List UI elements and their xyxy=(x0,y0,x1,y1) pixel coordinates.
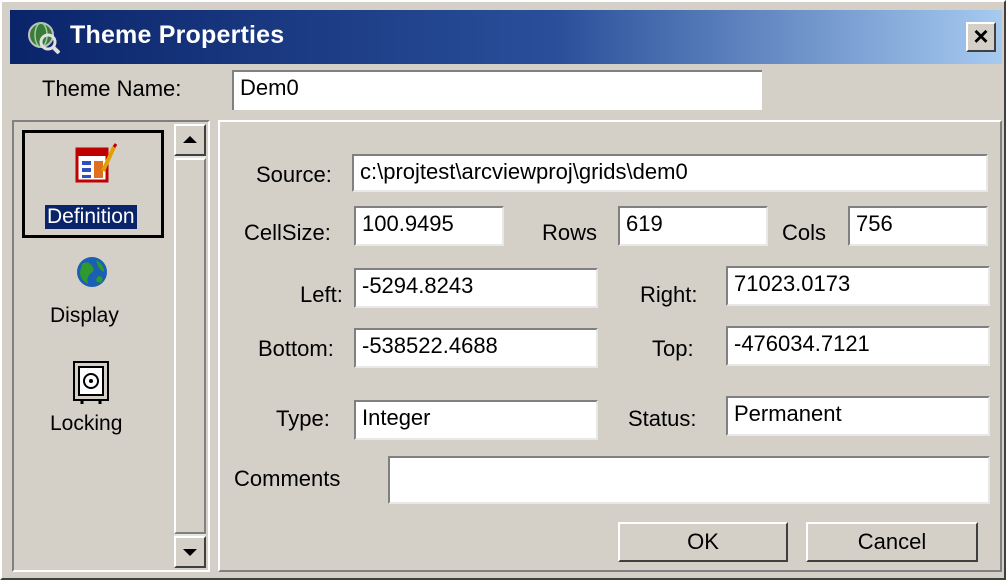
sidebar-item-label: Definition xyxy=(45,205,137,229)
left-field[interactable]: -5294.8243 xyxy=(354,268,598,308)
sidebar-item-definition[interactable]: Definition xyxy=(22,130,164,238)
definition-icon xyxy=(73,143,118,187)
property-category-list[interactable]: Definition Display Locking xyxy=(12,120,210,572)
top-label: Top: xyxy=(652,336,694,361)
cancel-button[interactable]: Cancel xyxy=(806,522,978,562)
status-field[interactable]: Permanent xyxy=(726,396,990,436)
bottom-field[interactable]: -538522.4688 xyxy=(354,328,598,368)
sidebar-item-label: Locking xyxy=(50,412,123,435)
theme-name-input[interactable]: Dem0 xyxy=(232,70,762,110)
right-field[interactable]: 71023.0173 xyxy=(726,266,990,306)
type-field[interactable]: Integer xyxy=(354,400,598,440)
cols-field[interactable]: 756 xyxy=(848,206,988,246)
sidebar-scrollbar[interactable] xyxy=(174,124,206,568)
close-button[interactable]: × xyxy=(966,22,996,52)
window-title: Theme Properties xyxy=(70,21,285,49)
scroll-down-button[interactable] xyxy=(174,536,206,568)
type-label: Type: xyxy=(276,406,330,431)
ok-button[interactable]: OK xyxy=(618,522,788,562)
cellsize-label: CellSize: xyxy=(244,220,331,245)
source-label: Source: xyxy=(256,162,332,187)
comments-label: Comments xyxy=(234,466,341,491)
theme-name-label: Theme Name: xyxy=(42,76,182,101)
rows-label: Rows xyxy=(542,220,598,245)
sidebar-item-label: Display xyxy=(50,304,119,327)
cols-label: Cols xyxy=(782,220,827,245)
top-field[interactable]: -476034.7121 xyxy=(726,326,990,366)
scroll-up-button[interactable] xyxy=(174,124,206,156)
arrow-up-icon xyxy=(183,136,197,143)
safe-lock-icon xyxy=(70,358,114,406)
sidebar-item-display[interactable]: Display xyxy=(34,248,164,344)
arrow-down-icon xyxy=(183,549,197,556)
title-bar[interactable]: Theme Properties × xyxy=(10,10,1002,64)
theme-properties-dialog: Theme Properties × Theme Name: Dem0 Defi… xyxy=(0,0,1006,580)
definition-panel: Source: c:\projtest\arcviewproj\grids\de… xyxy=(218,120,1002,572)
rows-field[interactable]: 619 xyxy=(618,206,768,246)
source-field[interactable]: c:\projtest\arcviewproj\grids\dem0 xyxy=(352,154,988,192)
right-label: Right: xyxy=(640,282,698,307)
globe-icon xyxy=(74,254,110,290)
scroll-thumb[interactable] xyxy=(174,158,206,534)
cellsize-field[interactable]: 100.9495 xyxy=(354,206,504,246)
sidebar-item-locking[interactable]: Locking xyxy=(34,352,164,452)
comments-field[interactable] xyxy=(388,456,990,504)
arcview-theme-icon xyxy=(26,20,61,55)
status-label: Status: xyxy=(628,406,697,431)
close-icon: × xyxy=(973,21,989,51)
bottom-label: Bottom: xyxy=(258,336,334,361)
left-label: Left: xyxy=(300,282,343,307)
